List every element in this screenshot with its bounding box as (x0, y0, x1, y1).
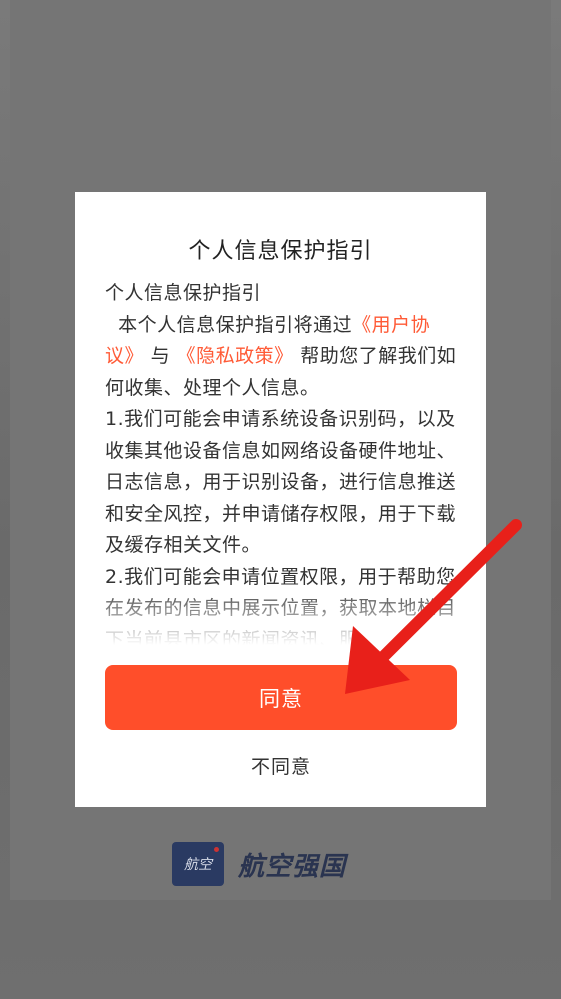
brand-logo-text: 航空 (184, 857, 212, 873)
agree-button[interactable]: 同意 (105, 665, 457, 730)
brand-name: 航空强国 (238, 851, 347, 882)
intro-prefix: 本个人信息保护指引将通过 (118, 313, 353, 336)
intro-paragraph: 本个人信息保护指引将通过《用户协议》 与 《隐私政策》 帮助您了解我们如何收集、… (105, 310, 457, 405)
brand-logo: 航空 (172, 842, 224, 886)
disagree-button[interactable]: 不同意 (105, 748, 457, 782)
brand-logo-dot (214, 847, 219, 852)
dialog-heading: 个人信息保护指引 (105, 282, 262, 304)
privacy-policy-link[interactable]: 《隐私政策》 (177, 345, 294, 367)
dialog-title: 个人信息保护指引 (188, 239, 373, 264)
brand-footer: 航空 航空强国 (172, 840, 346, 888)
item-1: 1.我们可能会申请系统设备识别码，以及收集其他设备信息如网络设备硬件地址、日志信… (105, 408, 457, 556)
text-fade-overlay (105, 585, 457, 645)
intro-and: 与 (150, 345, 171, 367)
